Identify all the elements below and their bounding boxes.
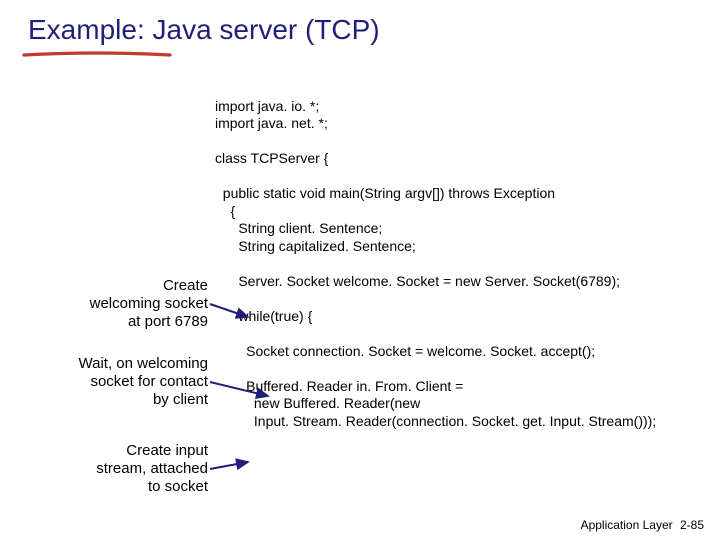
code-line: new Buffered. Reader(new bbox=[215, 395, 420, 411]
code-line: Socket connection. Socket = welcome. Soc… bbox=[215, 343, 595, 359]
annotation-create-input: Create input stream, attached to socket bbox=[18, 442, 208, 496]
code-line: Server. Socket welcome. Socket = new Ser… bbox=[215, 273, 620, 289]
code-line: while(true) { bbox=[215, 308, 312, 324]
code-line: import java. io. *; bbox=[215, 98, 319, 114]
code-line: class TCPServer { bbox=[215, 150, 328, 166]
code-line: Buffered. Reader in. From. Client = bbox=[215, 378, 463, 394]
slide-footer: Application Layer 2-85 bbox=[581, 518, 704, 532]
annotation-wait-contact: Wait, on welcoming socket for contact by… bbox=[18, 355, 208, 409]
code-line: { bbox=[215, 203, 235, 219]
code-line: String client. Sentence; bbox=[215, 220, 382, 236]
annotation-create-welcoming: Create welcoming socket at port 6789 bbox=[18, 277, 208, 331]
title-underline bbox=[22, 50, 172, 60]
code-line: String capitalized. Sentence; bbox=[215, 238, 416, 254]
code-line: public static void main(String argv[]) t… bbox=[215, 185, 555, 201]
footer-section: Application Layer bbox=[581, 518, 673, 532]
code-block: import java. io. *; import java. net. *;… bbox=[215, 80, 656, 430]
code-line: import java. net. *; bbox=[215, 115, 328, 131]
slide-title: Example: Java server (TCP) bbox=[0, 0, 720, 48]
code-line: Input. Stream. Reader(connection. Socket… bbox=[215, 413, 656, 429]
footer-page: 2-85 bbox=[680, 518, 704, 532]
